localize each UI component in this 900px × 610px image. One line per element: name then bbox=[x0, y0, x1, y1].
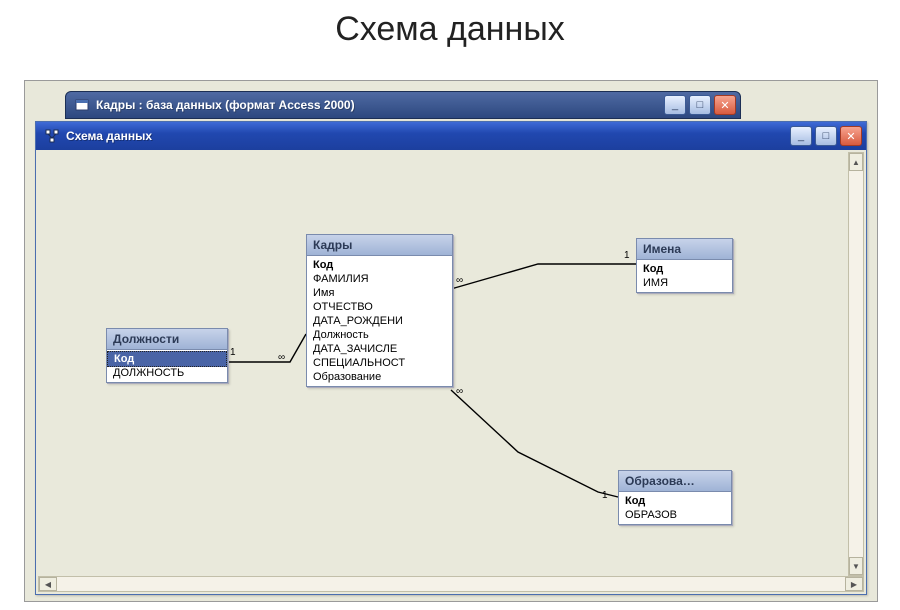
scroll-right-button[interactable]: ▶ bbox=[845, 577, 863, 591]
scroll-left-button[interactable]: ◀ bbox=[39, 577, 57, 591]
chevron-right-icon: ▶ bbox=[851, 580, 857, 589]
schema-window-titlebar[interactable]: Схема данных _ □ ✕ bbox=[36, 122, 866, 150]
chevron-down-icon: ▼ bbox=[852, 562, 860, 571]
cardinality-one: 1 bbox=[624, 250, 630, 261]
table-header[interactable]: Образова… bbox=[619, 471, 731, 492]
maximize-icon: □ bbox=[823, 130, 830, 142]
field-item[interactable]: Код bbox=[307, 258, 452, 272]
field-item[interactable]: ДАТА_ЗАЧИСЛЕ bbox=[307, 342, 452, 356]
chevron-left-icon: ◀ bbox=[45, 580, 51, 589]
field-item[interactable]: Имя bbox=[307, 286, 452, 300]
field-item[interactable]: СПЕЦИАЛЬНОСТ bbox=[307, 356, 452, 370]
table-header[interactable]: Имена bbox=[637, 239, 732, 260]
scroll-up-button[interactable]: ▲ bbox=[849, 153, 863, 171]
cardinality-one: 1 bbox=[230, 347, 236, 358]
schema-maximize-button[interactable]: □ bbox=[815, 126, 837, 146]
cardinality-one: 1 bbox=[602, 490, 608, 501]
field-list: Код ДОЛЖНОСТЬ bbox=[107, 350, 227, 382]
close-icon: ✕ bbox=[846, 130, 855, 143]
cardinality-many: ∞ bbox=[278, 352, 285, 363]
relationships-icon bbox=[44, 128, 60, 144]
maximize-icon: □ bbox=[697, 99, 704, 111]
db-window-title: Кадры : база данных (формат Access 2000) bbox=[96, 98, 664, 112]
schema-window: Схема данных _ □ ✕ 1 ∞ ∞ 1 ∞ bbox=[35, 121, 867, 595]
field-item[interactable]: ОТЧЕСТВО bbox=[307, 300, 452, 314]
table-obrazovanie[interactable]: Образова… Код ОБРАЗОВ bbox=[618, 470, 732, 525]
schema-minimize-button[interactable]: _ bbox=[790, 126, 812, 146]
minimize-icon: _ bbox=[798, 130, 804, 142]
db-window-minimize-button[interactable]: _ bbox=[664, 95, 686, 115]
close-icon: ✕ bbox=[720, 99, 729, 112]
field-item[interactable]: ИМЯ bbox=[637, 276, 732, 290]
cardinality-many: ∞ bbox=[456, 386, 463, 397]
db-window-maximize-button[interactable]: □ bbox=[689, 95, 711, 115]
horizontal-scrollbar[interactable]: ◀ ▶ bbox=[38, 576, 864, 592]
field-list: Код ФАМИЛИЯ Имя ОТЧЕСТВО ДАТА_РОЖДЕНИ До… bbox=[307, 256, 452, 386]
field-item[interactable]: Код bbox=[637, 262, 732, 276]
table-header[interactable]: Кадры bbox=[307, 235, 452, 256]
db-window-app-icon bbox=[74, 97, 90, 113]
cardinality-many: ∞ bbox=[456, 275, 463, 286]
field-item[interactable]: Код bbox=[107, 351, 227, 367]
schema-close-button[interactable]: ✕ bbox=[840, 126, 862, 146]
table-kadry[interactable]: Кадры Код ФАМИЛИЯ Имя ОТЧЕСТВО ДАТА_РОЖД… bbox=[306, 234, 453, 387]
page-title: Схема данных bbox=[0, 10, 900, 49]
schema-canvas[interactable]: 1 ∞ ∞ 1 ∞ 1 Должности Код ДОЛЖНОСТЬ Кадр… bbox=[38, 152, 864, 576]
scroll-down-button[interactable]: ▼ bbox=[849, 557, 863, 575]
table-imena[interactable]: Имена Код ИМЯ bbox=[636, 238, 733, 293]
field-list: Код ОБРАЗОВ bbox=[619, 492, 731, 524]
field-item[interactable]: ОБРАЗОВ bbox=[619, 508, 731, 522]
db-window-titlebar: Кадры : база данных (формат Access 2000)… bbox=[65, 91, 741, 119]
field-item[interactable]: Образование bbox=[307, 370, 452, 384]
field-item[interactable]: ДОЛЖНОСТЬ bbox=[107, 366, 227, 380]
field-item[interactable]: ДАТА_РОЖДЕНИ bbox=[307, 314, 452, 328]
outer-frame: Кадры : база данных (формат Access 2000)… bbox=[24, 80, 878, 602]
vertical-scrollbar[interactable]: ▲ ▼ bbox=[848, 152, 864, 576]
table-header[interactable]: Должности bbox=[107, 329, 227, 350]
field-item[interactable]: ФАМИЛИЯ bbox=[307, 272, 452, 286]
schema-window-title: Схема данных bbox=[66, 129, 790, 143]
field-list: Код ИМЯ bbox=[637, 260, 732, 292]
db-window-close-button[interactable]: ✕ bbox=[714, 95, 736, 115]
field-item[interactable]: Код bbox=[619, 494, 731, 508]
minimize-icon: _ bbox=[672, 99, 678, 111]
field-item[interactable]: Должность bbox=[307, 328, 452, 342]
chevron-up-icon: ▲ bbox=[852, 158, 860, 167]
table-dolzhnosti[interactable]: Должности Код ДОЛЖНОСТЬ bbox=[106, 328, 228, 383]
